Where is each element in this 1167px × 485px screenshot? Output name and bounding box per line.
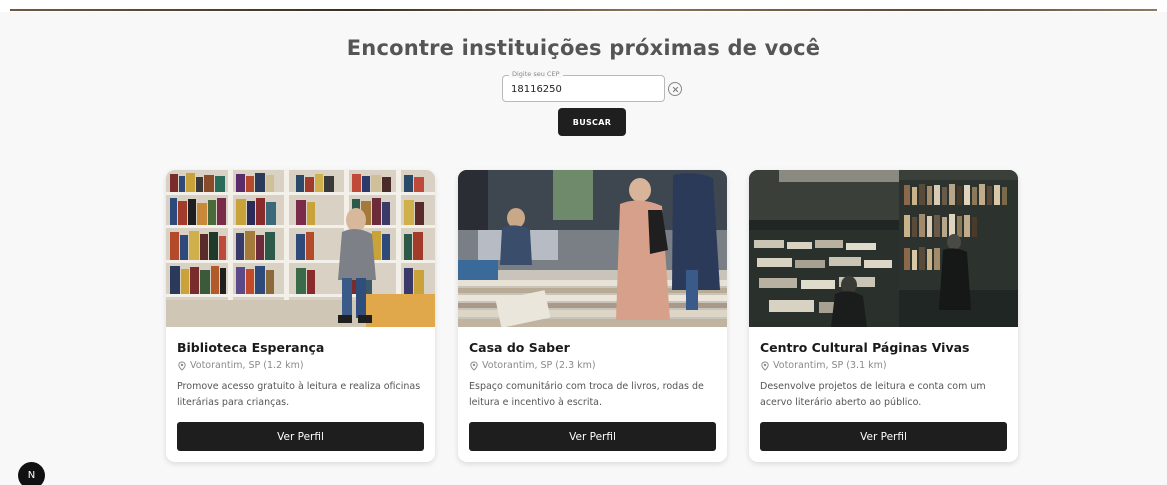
card-image	[166, 170, 435, 327]
top-divider	[10, 9, 1157, 11]
view-profile-button[interactable]: Ver Perfil	[177, 422, 424, 451]
badge-letter: N	[27, 470, 36, 481]
cep-input[interactable]	[511, 81, 656, 97]
view-profile-button[interactable]: Ver Perfil	[469, 422, 716, 451]
card-image	[749, 170, 1018, 327]
card-title: Casa do Saber	[469, 340, 570, 355]
institution-card: Biblioteca Esperança Votorantim, SP (1.2…	[166, 170, 435, 462]
cep-field[interactable]: Digite seu CEP	[502, 70, 665, 102]
view-profile-button[interactable]: Ver Perfil	[760, 422, 1007, 451]
card-description: Espaço comunitário com troca de livros, …	[469, 381, 704, 408]
card-location: Votorantim, SP (1.2 km)	[177, 360, 304, 371]
cep-label: Digite seu CEP	[509, 70, 563, 78]
location-pin-icon	[761, 360, 769, 371]
search-button[interactable]: BUSCAR	[558, 108, 626, 136]
card-location-text: Votorantim, SP (3.1 km)	[773, 360, 887, 371]
card-location-text: Votorantim, SP (1.2 km)	[190, 360, 304, 371]
card-location: Votorantim, SP (3.1 km)	[760, 360, 887, 371]
institution-card: Centro Cultural Páginas Vivas Votorantim…	[749, 170, 1018, 462]
location-pin-icon	[470, 360, 478, 371]
clear-icon[interactable]	[668, 82, 682, 96]
card-title: Biblioteca Esperança	[177, 340, 325, 355]
card-title: Centro Cultural Páginas Vivas	[760, 340, 970, 355]
institution-card: Casa do Saber Votorantim, SP (2.3 km) Es…	[458, 170, 727, 462]
location-pin-icon	[178, 360, 186, 371]
card-description: Desenvolve projetos de leitura e conta c…	[760, 381, 986, 408]
card-image	[458, 170, 727, 327]
top-bar	[0, 0, 1167, 12]
page-title: Encontre instituições próximas de você	[346, 36, 821, 60]
card-description: Promove acesso gratuito à leitura e real…	[177, 381, 421, 408]
card-location-text: Votorantim, SP (2.3 km)	[482, 360, 596, 371]
card-location: Votorantim, SP (2.3 km)	[469, 360, 596, 371]
dev-tools-badge[interactable]: N	[18, 462, 45, 485]
